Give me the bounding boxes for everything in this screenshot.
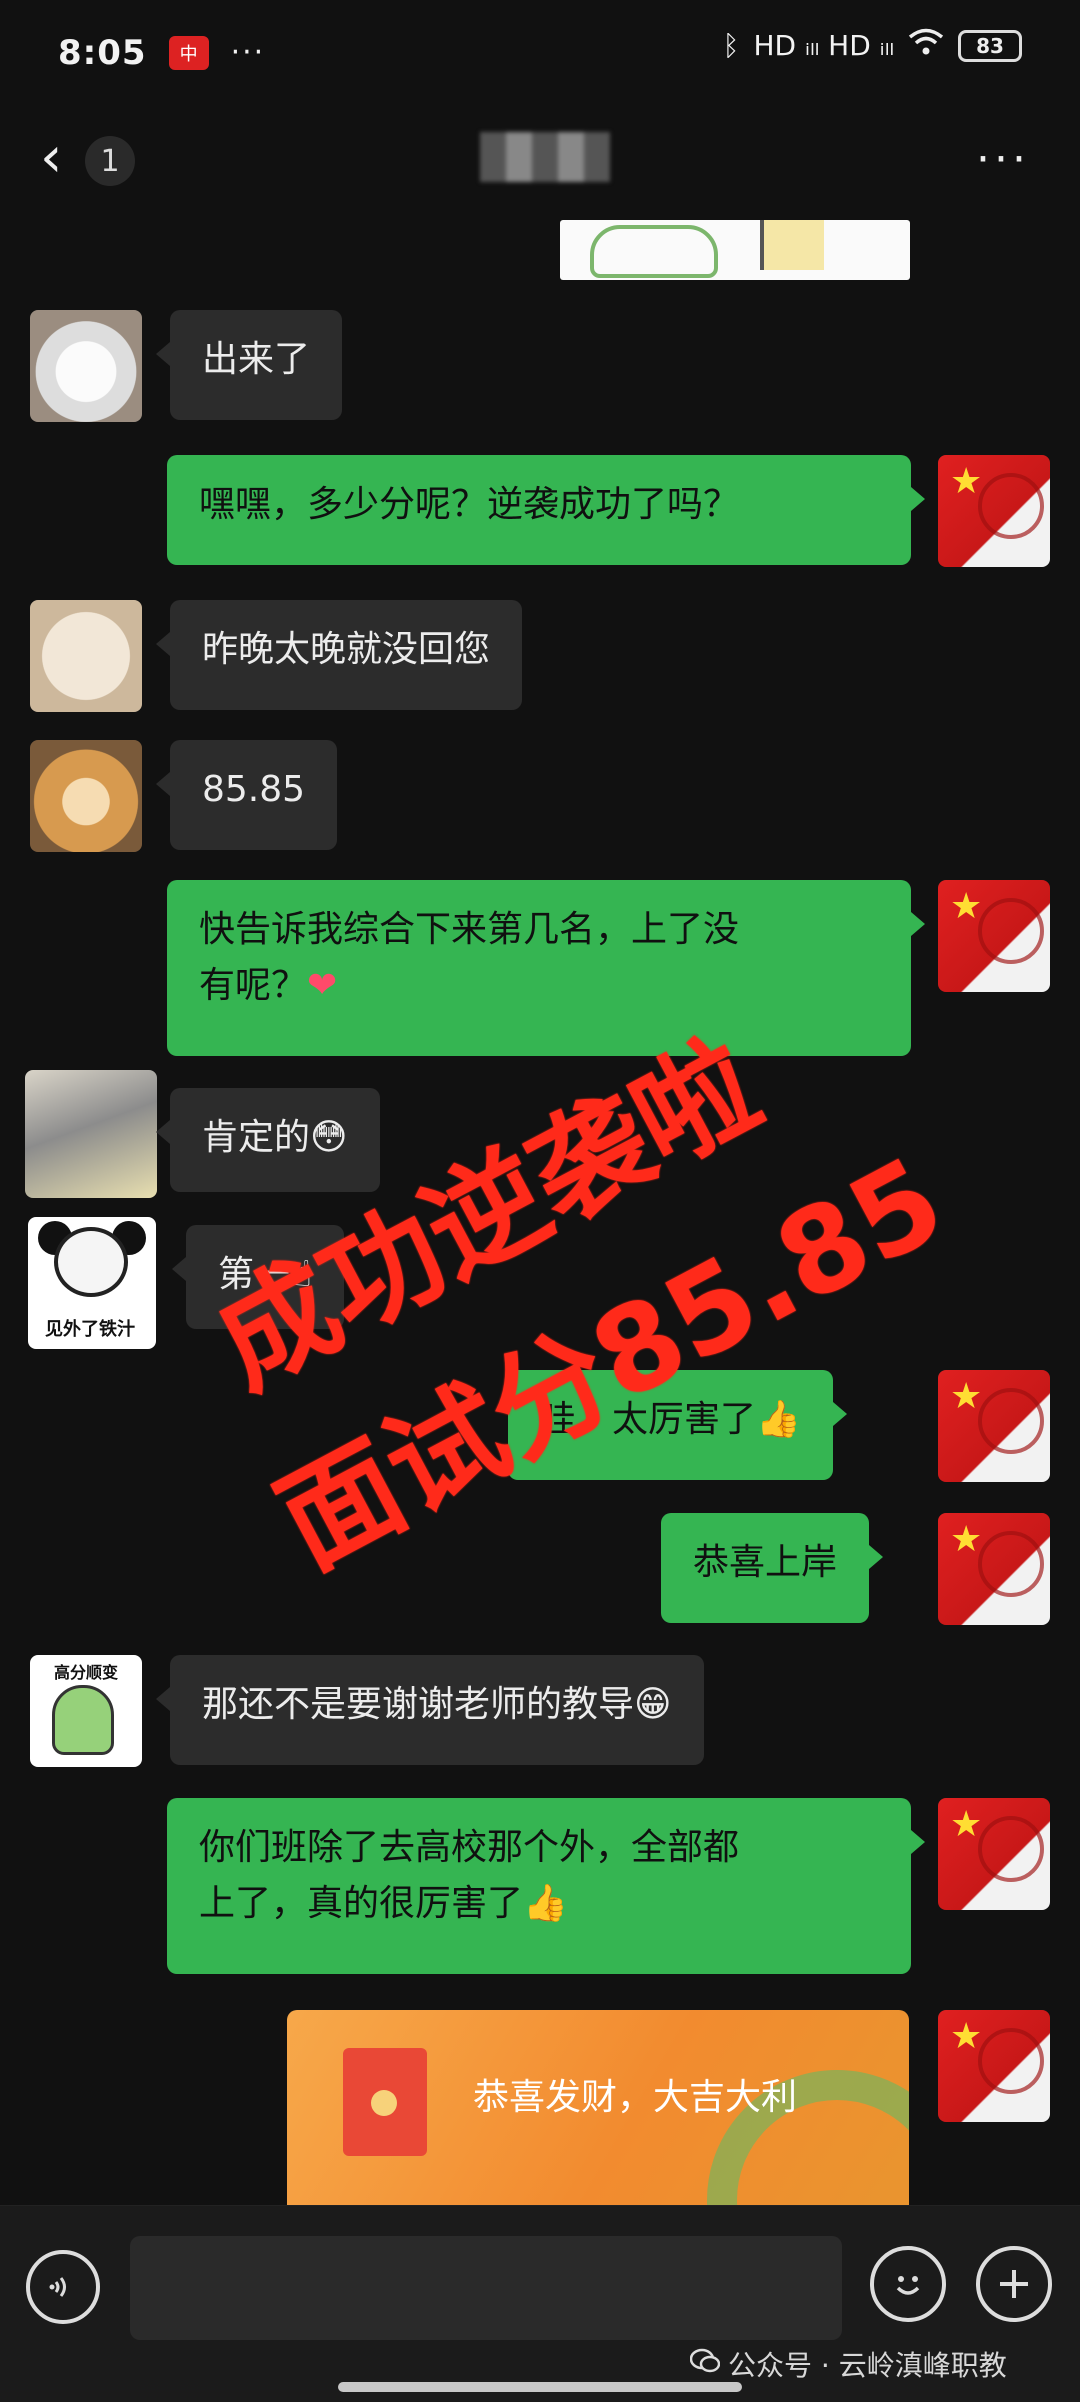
seal-icon xyxy=(978,1388,1044,1454)
message-bubble[interactable]: 出来了 xyxy=(155,310,343,420)
avatar[interactable]: 见外了铁汁 xyxy=(28,1217,156,1349)
avatar[interactable] xyxy=(30,740,142,852)
input-bar: 公众号 · 云岭滇峰职教 xyxy=(0,2205,1080,2402)
red-envelope-icon xyxy=(343,2048,427,2156)
status-bar: 8:05 中 ··· ᛒ HD ᵢₗₗ HD ᵢₗₗ 83 xyxy=(0,0,1080,105)
message-text: 肯定的 xyxy=(202,1117,311,1158)
avatar[interactable]: ★ xyxy=(938,1798,1050,1910)
seal-icon xyxy=(978,1816,1044,1882)
seal-icon xyxy=(978,1531,1044,1597)
star-icon: ★ xyxy=(950,461,983,502)
dino-icon xyxy=(52,1685,114,1755)
chat-header: ‹ 1 ··· xyxy=(0,110,1080,210)
emoji-icon[interactable] xyxy=(870,2246,946,2322)
avatar[interactable]: ★ xyxy=(938,455,1050,567)
message-text: 那还不是要谢谢老师的教导 xyxy=(202,1684,635,1725)
unread-count-badge[interactable]: 1 xyxy=(85,136,135,186)
watermark-text: 公众号 · 云岭滇峰职教 xyxy=(728,2349,1007,2382)
message-bubble[interactable]: 你们班除了去高校那个外，全部都 上了，真的很厉害了👍 xyxy=(167,1798,925,1974)
chat-title-blurred xyxy=(480,132,610,182)
star-icon: ★ xyxy=(950,1804,983,1845)
message-bubble[interactable]: 85.85 xyxy=(155,740,338,850)
wechat-icon xyxy=(689,2348,721,2381)
message-text: 快告诉我综合下来第几名，上了没 有呢？ xyxy=(199,909,740,1006)
flushed-face-icon: 😳 xyxy=(310,1117,348,1158)
seal-icon xyxy=(978,898,1044,964)
avatar[interactable] xyxy=(30,600,142,712)
message-bubble[interactable]: 嘿嘿，多少分呢？逆袭成功了吗？ xyxy=(167,455,925,565)
seal-icon xyxy=(978,473,1044,539)
sticker-caption: 见外了铁汁 xyxy=(45,1319,135,1340)
message-input[interactable] xyxy=(130,2236,842,2340)
avatar[interactable]: ★ xyxy=(938,880,1050,992)
home-indicator[interactable] xyxy=(338,2382,742,2392)
panda-face xyxy=(54,1227,128,1297)
sticker-image[interactable] xyxy=(560,220,910,280)
message-text: 哇，太厉害了 xyxy=(540,1399,757,1440)
heart-icon: ❤ xyxy=(307,965,338,1006)
status-time: 8:05 xyxy=(58,32,147,73)
seal-icon xyxy=(978,2028,1044,2094)
message-bubble[interactable]: 昨晚太晚就没回您 xyxy=(155,600,523,710)
star-icon: ★ xyxy=(950,1519,983,1560)
message-text: 你们班除了去高校那个外，全部都 上了，真的很厉害了 xyxy=(199,1827,740,1924)
star-icon: ★ xyxy=(950,1376,983,1417)
watermark: 公众号 · 云岭滇峰职教 xyxy=(689,2344,1007,2384)
avatar[interactable]: ★ xyxy=(938,2010,1050,2122)
avatar[interactable] xyxy=(25,1070,157,1198)
star-icon: ★ xyxy=(950,886,983,927)
sticker-caption: 高分顺变 xyxy=(53,1663,118,1682)
battery-icon: 83 xyxy=(958,29,1022,62)
wifi-icon xyxy=(908,28,944,63)
thumbs-up-icon: 👍 xyxy=(756,1399,801,1440)
red-packet-title: 恭喜发财，大吉大利 xyxy=(473,2077,798,2118)
plus-icon[interactable] xyxy=(976,2246,1052,2322)
avatar[interactable] xyxy=(30,310,142,422)
red-packet-card[interactable]: 恭喜发财，大吉大利 xyxy=(287,2010,909,2205)
avatar[interactable]: ★ xyxy=(938,1370,1050,1482)
message-text: 第一 xyxy=(218,1254,291,1295)
message-bubble[interactable]: 哇，太厉害了👍 xyxy=(508,1370,847,1480)
pointing-up-icon: ☝ xyxy=(290,1254,312,1295)
signal-icon: HD ᵢₗₗ HD ᵢₗₗ xyxy=(753,29,894,62)
bluetooth-icon: ᛒ xyxy=(722,29,740,62)
message-bubble[interactable]: 快告诉我综合下来第几名，上了没 有呢？❤ xyxy=(167,880,925,1056)
avatar[interactable]: ★ xyxy=(938,1513,1050,1625)
grinning-face-icon: 😁 xyxy=(634,1684,672,1725)
star-icon: ★ xyxy=(950,2016,983,2057)
message-list[interactable]: 出来了 嘿嘿，多少分呢？逆袭成功了吗？ ★ 昨晚太晚就没回您 85.85 快告诉… xyxy=(0,215,1080,2205)
more-notifications-icon: ··· xyxy=(230,35,266,70)
message-bubble[interactable]: 那还不是要谢谢老师的教导😁 xyxy=(156,1655,704,1765)
avatar[interactable]: 高分顺变 xyxy=(30,1655,142,1767)
more-options-button[interactable]: ··· xyxy=(976,134,1030,185)
app-notification-icon: 中 xyxy=(168,35,209,70)
status-icons: ᛒ HD ᵢₗₗ HD ᵢₗₗ 83 xyxy=(723,28,1022,63)
voice-icon[interactable] xyxy=(26,2250,100,2324)
message-bubble[interactable]: 第一☝ xyxy=(172,1225,344,1329)
thumbs-up-icon: 👍 xyxy=(523,1883,568,1924)
message-bubble[interactable]: 恭喜上岸 xyxy=(661,1513,884,1623)
message-bubble[interactable]: 肯定的😳 xyxy=(156,1088,380,1192)
